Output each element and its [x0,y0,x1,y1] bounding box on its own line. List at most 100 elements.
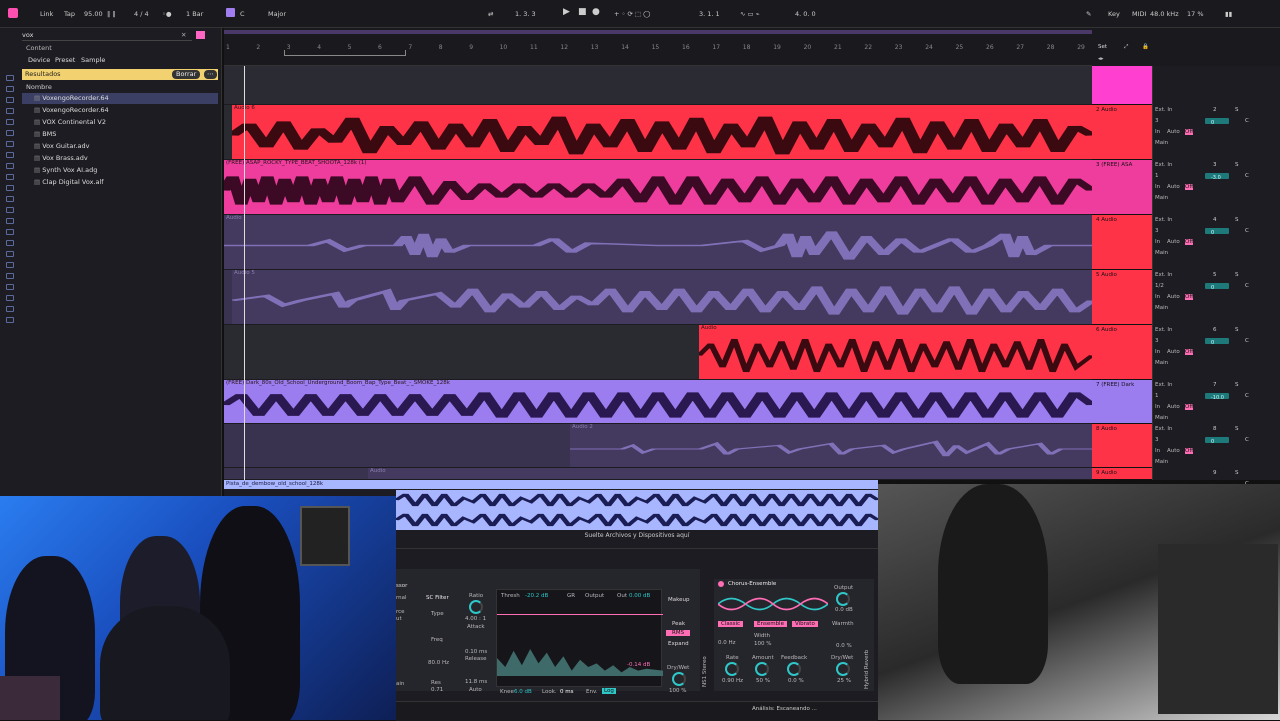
track-header[interactable]: 6 Audio [1092,325,1152,380]
input-type-select[interactable]: Ext. In [1155,382,1173,388]
warmth-value[interactable]: 0.0 % [836,643,852,649]
lookahead-value[interactable]: 0 ms [560,689,573,695]
category-icon[interactable] [6,306,14,312]
track-lane[interactable] [224,66,1092,105]
volume-field[interactable]: -10.0 [1205,393,1229,401]
crossfade-button[interactable]: C [1245,338,1249,344]
track-lane[interactable]: Audio [224,325,1092,380]
fold-arrows-icon[interactable]: ◂▸ [1098,56,1104,62]
output-select[interactable]: Main [1155,140,1168,146]
monitor-off[interactable]: Off [1185,294,1194,300]
knee-value[interactable]: 6.0 dB [514,689,532,695]
monitor-off[interactable]: Off [1185,184,1194,190]
list-item[interactable]: ▤ Vox Guitar.adv [34,141,89,152]
audio-clip[interactable]: Audio [224,215,1092,269]
list-item[interactable]: ▤ VOX Continental V2 [34,117,106,128]
set-button[interactable]: Set [1098,44,1107,50]
loop-length-field[interactable]: 4. 0. 0 [795,10,816,18]
category-icon[interactable] [6,295,14,301]
monitor-auto[interactable]: Auto [1167,184,1180,190]
category-icon[interactable] [6,108,14,114]
overview-strip[interactable] [224,30,1092,34]
track-lane[interactable]: Audio 2 [224,424,1092,468]
solo-button[interactable]: S [1235,382,1239,388]
category-icon[interactable] [6,185,14,191]
list-item[interactable]: ▤ BMS [34,129,56,140]
audio-clip[interactable]: Audio [699,325,1092,379]
track-name[interactable]: 7 (FREE) Dark [1096,382,1134,388]
envelope-mode[interactable]: Log [602,688,616,694]
scale-select[interactable]: Major [268,10,286,18]
tab-sample[interactable]: Sample [81,55,105,66]
compressor-drywet-knob[interactable] [672,672,686,686]
feedback-value[interactable]: 0.0 % [788,678,804,684]
volume-field[interactable]: 0 [1205,437,1229,445]
category-icon[interactable] [6,262,14,268]
crossfade-button[interactable]: C [1245,173,1249,179]
lock-icon[interactable]: 🔒 [1142,44,1149,50]
tab-device[interactable]: Device [28,55,50,66]
category-icon[interactable] [6,119,14,125]
output-select[interactable]: Main [1155,250,1168,256]
audio-clip[interactable]: Audio [368,468,1092,479]
list-item[interactable]: ▤ VoxengoRecorder.64 [34,105,109,116]
input-channel-select[interactable]: 3 [1155,338,1159,344]
release-value[interactable]: 11.8 ms [465,679,487,685]
metronome-toggle-icon[interactable]: ◦● [162,10,172,18]
track-name[interactable]: 5 Audio [1096,272,1117,278]
input-channel-select[interactable]: 1 [1155,173,1159,179]
ns1-device-label[interactable]: NS1 Stereo [702,577,710,687]
track-number[interactable]: 6 [1213,327,1217,333]
track-number[interactable]: 3 [1213,162,1217,168]
solo-button[interactable]: S [1235,470,1239,476]
key-map-button[interactable]: Key [1108,10,1120,18]
res-value[interactable]: 0.71 [431,687,443,693]
clip-waveform[interactable] [393,490,881,530]
auto-release-toggle[interactable]: Auto [469,687,482,693]
category-icon[interactable] [6,174,14,180]
play-button[interactable]: ▶ [563,7,570,17]
track-header[interactable]: 4 Audio [1092,215,1152,270]
rate-knob[interactable] [725,662,739,676]
audio-clip[interactable]: (FREE) ASAP_ROCKY_TYPE_BEAT_SHOOTA_128k … [224,160,1092,214]
monitor-auto[interactable]: Auto [1167,404,1180,410]
output-select[interactable]: Main [1155,415,1168,421]
volume-field[interactable]: -3.0 [1205,173,1229,181]
chorus-output-knob[interactable] [836,592,850,606]
track-number[interactable]: 7 [1213,382,1217,388]
category-icon[interactable] [6,141,14,147]
compressor-display[interactable]: Thresh -20.2 dB GR Output Out 0.00 dB -0… [496,589,663,687]
track-name[interactable]: 3 (FREE) ASA [1096,162,1132,168]
mode-ensemble[interactable]: Ensemble [754,621,787,627]
collection-icon[interactable] [6,75,14,81]
track-name[interactable]: 4 Audio [1096,217,1117,223]
width-value[interactable]: 100 % [754,641,771,647]
monitor-in[interactable]: In [1155,349,1160,355]
list-item[interactable]: ▤ Clap Digital Vox.alf [34,177,104,188]
volume-field[interactable]: 0 [1205,338,1229,346]
monitor-off[interactable]: Off [1185,239,1194,245]
loop-start-field[interactable]: 3. 1. 1 [699,10,720,18]
reverb-device-label[interactable]: Hybrid Reverb [864,589,872,689]
monitor-off[interactable]: Off [1185,349,1194,355]
crossfade-button[interactable]: C [1245,118,1249,124]
solo-button[interactable]: S [1235,107,1239,113]
track-header[interactable]: 9 Audio [1092,468,1152,480]
search-input[interactable]: vox [22,30,192,41]
category-icon[interactable] [6,163,14,169]
category-icon[interactable] [6,152,14,158]
monitor-auto[interactable]: Auto [1167,294,1180,300]
tempo-field[interactable]: 95.00 [84,10,103,18]
track-lane[interactable]: Audio [224,215,1092,270]
audio-clip[interactable]: Audio 6 [232,105,1092,159]
output-select[interactable]: Main [1155,459,1168,465]
track-name[interactable]: 8 Audio [1096,426,1117,432]
output-select[interactable]: Main [1155,195,1168,201]
track-name[interactable]: 9 Audio [1096,470,1117,476]
category-icon[interactable] [6,196,14,202]
category-icon[interactable] [6,218,14,224]
playhead[interactable] [244,66,245,480]
category-icon[interactable] [6,207,14,213]
track-header[interactable] [1092,66,1152,105]
category-icon[interactable] [6,317,14,323]
